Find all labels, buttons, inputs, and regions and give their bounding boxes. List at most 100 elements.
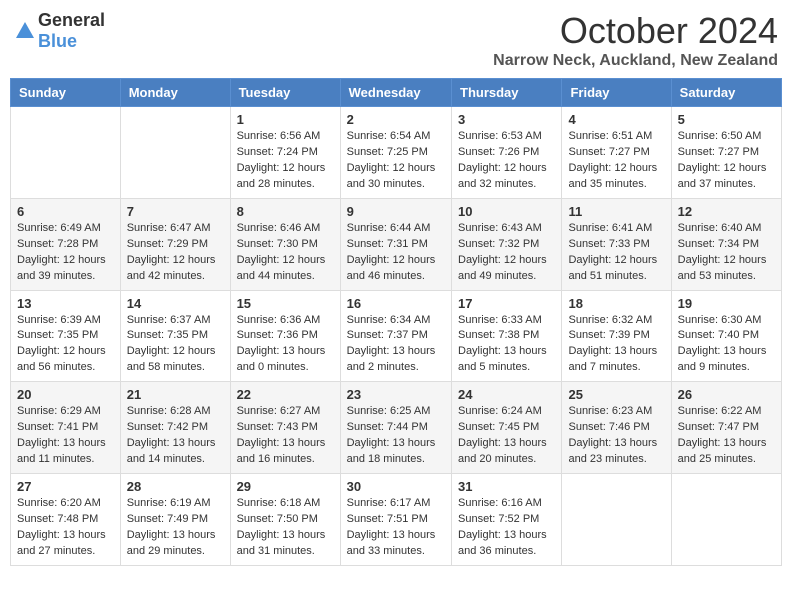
day-number: 29 <box>237 479 334 494</box>
week-row-2: 6 Sunrise: 6:49 AM Sunset: 7:28 PM Daylig… <box>11 198 782 290</box>
day-number: 26 <box>678 387 775 402</box>
day-info: Sunrise: 6:49 AM Sunset: 7:28 PM Dayligh… <box>17 221 114 285</box>
day-info: Sunrise: 6:19 AM Sunset: 7:49 PM Dayligh… <box>127 496 224 560</box>
calendar-cell: 9 Sunrise: 6:44 AM Sunset: 7:31 PM Daylig… <box>340 198 451 290</box>
calendar-cell <box>120 107 230 199</box>
day-number: 25 <box>568 387 664 402</box>
day-info: Sunrise: 6:29 AM Sunset: 7:41 PM Dayligh… <box>17 404 114 468</box>
day-number: 13 <box>17 296 114 311</box>
logo-general-text: General <box>38 10 105 30</box>
day-info: Sunrise: 6:47 AM Sunset: 7:29 PM Dayligh… <box>127 221 224 285</box>
calendar-cell: 21 Sunrise: 6:28 AM Sunset: 7:42 PM Dayli… <box>120 382 230 474</box>
calendar-cell: 13 Sunrise: 6:39 AM Sunset: 7:35 PM Dayli… <box>11 290 121 382</box>
day-info: Sunrise: 6:18 AM Sunset: 7:50 PM Dayligh… <box>237 496 334 560</box>
calendar-cell: 20 Sunrise: 6:29 AM Sunset: 7:41 PM Dayli… <box>11 382 121 474</box>
day-number: 8 <box>237 204 334 219</box>
calendar-cell: 18 Sunrise: 6:32 AM Sunset: 7:39 PM Dayli… <box>562 290 671 382</box>
calendar-cell: 3Sunrise: 6:53 AM Sunset: 7:26 PM Daylig… <box>452 107 562 199</box>
day-number: 18 <box>568 296 664 311</box>
day-info: Sunrise: 6:43 AM Sunset: 7:32 PM Dayligh… <box>458 221 555 285</box>
logo-icon <box>14 20 36 42</box>
day-number: 24 <box>458 387 555 402</box>
day-info: Sunrise: 6:16 AM Sunset: 7:52 PM Dayligh… <box>458 496 555 560</box>
weekday-header-friday: Friday <box>562 79 671 107</box>
day-info: Sunrise: 6:23 AM Sunset: 7:46 PM Dayligh… <box>568 404 664 468</box>
calendar-body: 1Sunrise: 6:56 AM Sunset: 7:24 PM Daylig… <box>11 107 782 566</box>
day-number: 31 <box>458 479 555 494</box>
day-number: 15 <box>237 296 334 311</box>
day-info: Sunrise: 6:22 AM Sunset: 7:47 PM Dayligh… <box>678 404 775 468</box>
calendar-cell: 24Sunrise: 6:24 AM Sunset: 7:45 PM Dayli… <box>452 382 562 474</box>
weekday-header-thursday: Thursday <box>452 79 562 107</box>
weekday-header-sunday: Sunday <box>11 79 121 107</box>
calendar-cell: 25 Sunrise: 6:23 AM Sunset: 7:46 PM Dayli… <box>562 382 671 474</box>
day-number: 19 <box>678 296 775 311</box>
day-number: 17 <box>458 296 555 311</box>
calendar-cell: 16Sunrise: 6:34 AM Sunset: 7:37 PM Dayli… <box>340 290 451 382</box>
day-info: Sunrise: 6:46 AM Sunset: 7:30 PM Dayligh… <box>237 221 334 285</box>
month-title: October 2024 <box>493 10 778 52</box>
calendar-cell: 17 Sunrise: 6:33 AM Sunset: 7:38 PM Dayli… <box>452 290 562 382</box>
calendar-cell <box>11 107 121 199</box>
day-info: Sunrise: 6:36 AM Sunset: 7:36 PM Dayligh… <box>237 313 334 377</box>
day-number: 22 <box>237 387 334 402</box>
calendar-cell: 26 Sunrise: 6:22 AM Sunset: 7:47 PM Dayli… <box>671 382 781 474</box>
day-number: 9 <box>347 204 445 219</box>
day-info: Sunrise: 6:53 AM Sunset: 7:26 PM Dayligh… <box>458 129 555 193</box>
day-number: 4 <box>568 112 664 127</box>
location-title: Narrow Neck, Auckland, New Zealand <box>493 52 778 70</box>
day-number: 5 <box>678 112 775 127</box>
day-number: 20 <box>17 387 114 402</box>
logo: General Blue <box>14 10 105 52</box>
weekday-header-row: SundayMondayTuesdayWednesdayThursdayFrid… <box>11 79 782 107</box>
day-info: Sunrise: 6:28 AM Sunset: 7:42 PM Dayligh… <box>127 404 224 468</box>
day-info: Sunrise: 6:44 AM Sunset: 7:31 PM Dayligh… <box>347 221 445 285</box>
weekday-header-saturday: Saturday <box>671 79 781 107</box>
day-number: 6 <box>17 204 114 219</box>
day-info: Sunrise: 6:32 AM Sunset: 7:39 PM Dayligh… <box>568 313 664 377</box>
week-row-3: 13 Sunrise: 6:39 AM Sunset: 7:35 PM Dayli… <box>11 290 782 382</box>
weekday-header-monday: Monday <box>120 79 230 107</box>
day-number: 21 <box>127 387 224 402</box>
day-info: Sunrise: 6:30 AM Sunset: 7:40 PM Dayligh… <box>678 313 775 377</box>
title-area: October 2024 Narrow Neck, Auckland, New … <box>493 10 778 70</box>
weekday-header-tuesday: Tuesday <box>230 79 340 107</box>
calendar-cell: 2Sunrise: 6:54 AM Sunset: 7:25 PM Daylig… <box>340 107 451 199</box>
calendar-cell: 12 Sunrise: 6:40 AM Sunset: 7:34 PM Dayli… <box>671 198 781 290</box>
calendar-cell: 27 Sunrise: 6:20 AM Sunset: 7:48 PM Dayli… <box>11 474 121 566</box>
day-number: 12 <box>678 204 775 219</box>
day-info: Sunrise: 6:17 AM Sunset: 7:51 PM Dayligh… <box>347 496 445 560</box>
week-row-5: 27 Sunrise: 6:20 AM Sunset: 7:48 PM Dayli… <box>11 474 782 566</box>
calendar-cell <box>671 474 781 566</box>
calendar-cell: 4Sunrise: 6:51 AM Sunset: 7:27 PM Daylig… <box>562 107 671 199</box>
calendar-cell: 31 Sunrise: 6:16 AM Sunset: 7:52 PM Dayli… <box>452 474 562 566</box>
calendar-cell: 14Sunrise: 6:37 AM Sunset: 7:35 PM Dayli… <box>120 290 230 382</box>
page-header: General Blue October 2024 Narrow Neck, A… <box>10 10 782 70</box>
day-info: Sunrise: 6:37 AM Sunset: 7:35 PM Dayligh… <box>127 313 224 377</box>
logo-blue-text: Blue <box>38 31 77 51</box>
calendar-cell: 5 Sunrise: 6:50 AM Sunset: 7:27 PM Daylig… <box>671 107 781 199</box>
day-number: 27 <box>17 479 114 494</box>
calendar-cell: 19 Sunrise: 6:30 AM Sunset: 7:40 PM Dayli… <box>671 290 781 382</box>
calendar-cell: 30 Sunrise: 6:17 AM Sunset: 7:51 PM Dayli… <box>340 474 451 566</box>
day-info: Sunrise: 6:50 AM Sunset: 7:27 PM Dayligh… <box>678 129 775 193</box>
day-info: Sunrise: 6:33 AM Sunset: 7:38 PM Dayligh… <box>458 313 555 377</box>
day-info: Sunrise: 6:39 AM Sunset: 7:35 PM Dayligh… <box>17 313 114 377</box>
day-number: 28 <box>127 479 224 494</box>
week-row-4: 20 Sunrise: 6:29 AM Sunset: 7:41 PM Dayli… <box>11 382 782 474</box>
calendar-cell: 10Sunrise: 6:43 AM Sunset: 7:32 PM Dayli… <box>452 198 562 290</box>
day-info: Sunrise: 6:20 AM Sunset: 7:48 PM Dayligh… <box>17 496 114 560</box>
day-info: Sunrise: 6:27 AM Sunset: 7:43 PM Dayligh… <box>237 404 334 468</box>
day-number: 7 <box>127 204 224 219</box>
day-number: 16 <box>347 296 445 311</box>
calendar-cell: 7 Sunrise: 6:47 AM Sunset: 7:29 PM Daylig… <box>120 198 230 290</box>
day-info: Sunrise: 6:41 AM Sunset: 7:33 PM Dayligh… <box>568 221 664 285</box>
weekday-header-wednesday: Wednesday <box>340 79 451 107</box>
day-number: 1 <box>237 112 334 127</box>
calendar-cell: 11Sunrise: 6:41 AM Sunset: 7:33 PM Dayli… <box>562 198 671 290</box>
day-info: Sunrise: 6:40 AM Sunset: 7:34 PM Dayligh… <box>678 221 775 285</box>
day-info: Sunrise: 6:25 AM Sunset: 7:44 PM Dayligh… <box>347 404 445 468</box>
calendar-table: SundayMondayTuesdayWednesdayThursdayFrid… <box>10 78 782 566</box>
day-number: 30 <box>347 479 445 494</box>
calendar-cell: 1Sunrise: 6:56 AM Sunset: 7:24 PM Daylig… <box>230 107 340 199</box>
